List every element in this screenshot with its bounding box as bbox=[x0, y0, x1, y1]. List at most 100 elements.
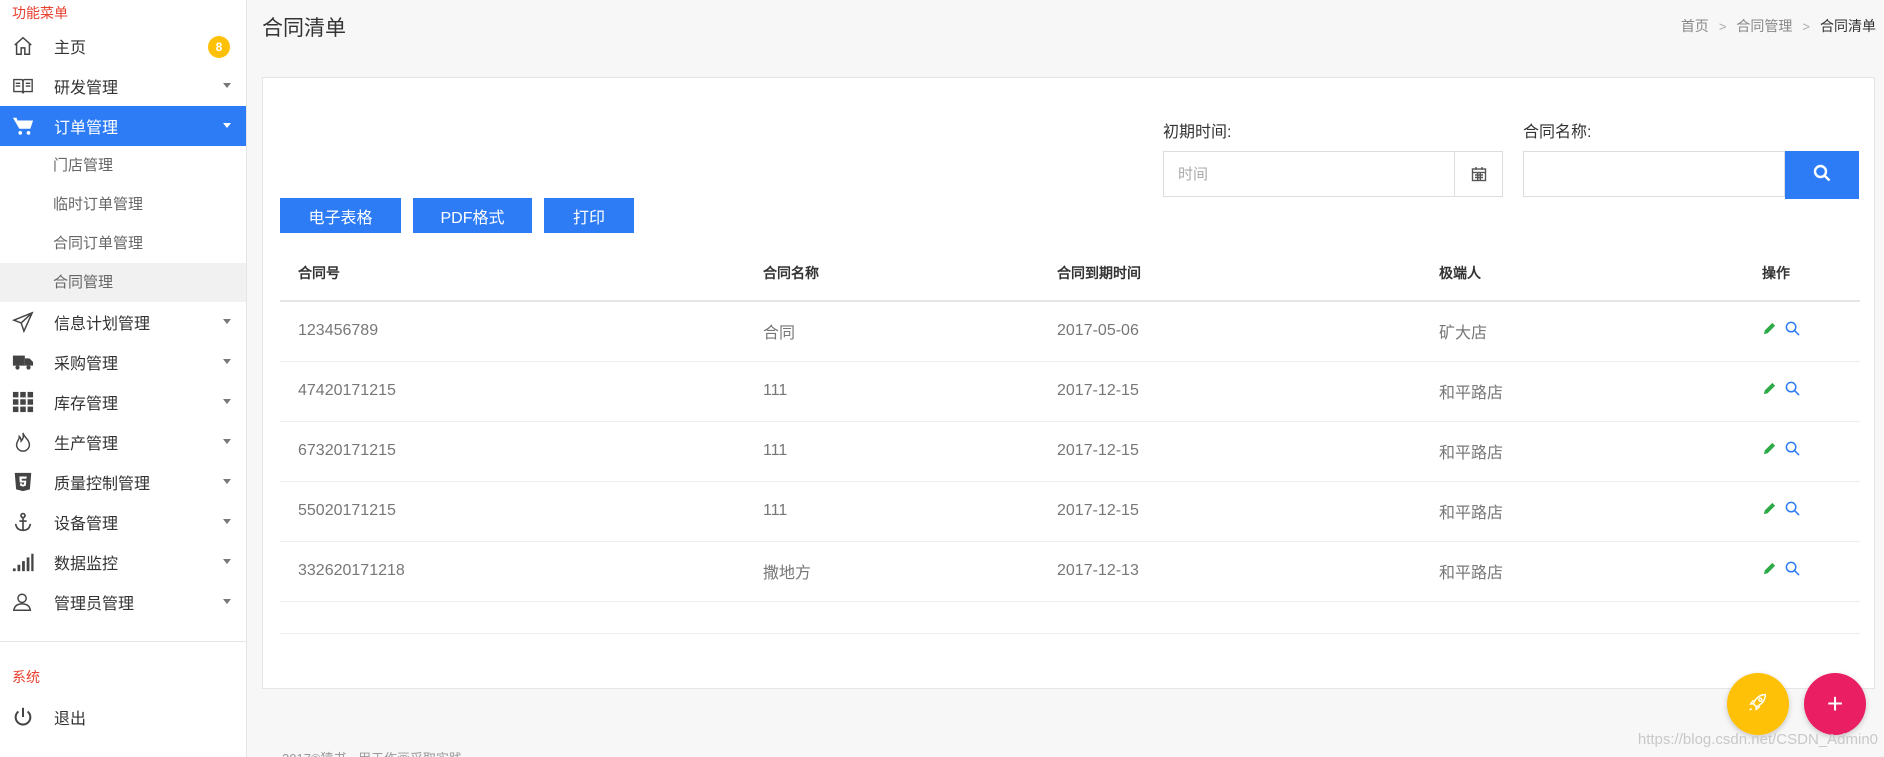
sidebar-item-purchase[interactable]: 采购管理 bbox=[0, 342, 246, 382]
edit-pencil-icon[interactable] bbox=[1762, 561, 1777, 576]
cell-contract-name: 111 bbox=[745, 421, 1039, 482]
cell-contract-no: 55020171215 bbox=[280, 481, 745, 542]
cell-handler: 和平路店 bbox=[1421, 361, 1744, 422]
cell-contract-no: 123456789 bbox=[280, 301, 745, 362]
sidebar-item-data-monitor[interactable]: 数据监控 bbox=[0, 542, 246, 582]
export-pdf-button[interactable]: PDF格式 bbox=[413, 198, 532, 233]
date-filter-label: 初期时间: bbox=[1163, 124, 1232, 141]
cell-contract-name: 撒地方 bbox=[745, 541, 1039, 602]
search-button[interactable] bbox=[1785, 151, 1859, 199]
sidebar-subitem-contract-order[interactable]: 合同订单管理 bbox=[0, 224, 246, 263]
edit-pencil-icon[interactable] bbox=[1762, 501, 1777, 516]
cell-expiry: 2017-12-15 bbox=[1039, 481, 1421, 542]
sidebar-item-logout[interactable]: 退出 bbox=[0, 697, 247, 737]
footer-text: 2017©猿书 · 用于作画采取实践 bbox=[282, 748, 462, 757]
sidebar-item-label: 库存管理 bbox=[54, 396, 119, 413]
contract-name-input[interactable] bbox=[1524, 152, 1784, 196]
fire-icon bbox=[12, 430, 42, 454]
html5-icon bbox=[12, 470, 42, 494]
print-button[interactable]: 打印 bbox=[544, 198, 634, 233]
breadcrumb: 首页 > 合同管理 > 合同清单 bbox=[1681, 16, 1876, 36]
page-title: 合同清单 bbox=[262, 17, 346, 40]
sidebar-item-production[interactable]: 生产管理 bbox=[0, 422, 246, 462]
view-search-icon[interactable] bbox=[1785, 501, 1800, 516]
name-filter-label: 合同名称: bbox=[1523, 124, 1592, 141]
sidebar-item-rd[interactable]: 研发管理 bbox=[0, 66, 246, 106]
chevron-right-icon: > bbox=[1802, 18, 1810, 34]
chevron-down-icon bbox=[223, 123, 231, 128]
sidebar-item-inventory[interactable]: 库存管理 bbox=[0, 382, 246, 422]
sidebar-section-system: 系统 bbox=[12, 669, 40, 685]
home-icon bbox=[12, 34, 42, 58]
cell-expiry: 2017-12-13 bbox=[1039, 541, 1421, 602]
cell-contract-name: 合同 bbox=[745, 301, 1039, 362]
breadcrumb-contract-mgmt[interactable]: 合同管理 bbox=[1736, 16, 1792, 36]
sidebar-section-menu: 功能菜单 bbox=[12, 5, 68, 21]
sidebar-item-home[interactable]: 主页 8 bbox=[0, 26, 246, 66]
view-search-icon[interactable] bbox=[1785, 561, 1800, 576]
chevron-down-icon bbox=[223, 519, 231, 524]
contract-table: 合同号 合同名称 合同到期时间 极端人 操作 123456789 合同 2017… bbox=[280, 246, 1860, 634]
cell-actions bbox=[1744, 301, 1860, 362]
sidebar-subitem-contract[interactable]: 合同管理 bbox=[0, 263, 246, 302]
sidebar-subitem-store[interactable]: 门店管理 bbox=[0, 146, 246, 185]
sidebar-item-label: 订单管理 bbox=[54, 120, 119, 137]
sidebar-item-label: 信息计划管理 bbox=[54, 316, 151, 333]
breadcrumb-current: 合同清单 bbox=[1820, 18, 1876, 34]
edit-pencil-icon[interactable] bbox=[1762, 321, 1777, 336]
cell-expiry: 2017-12-15 bbox=[1039, 361, 1421, 422]
chevron-down-icon bbox=[223, 399, 231, 404]
chevron-down-icon bbox=[223, 359, 231, 364]
column-header-expiry: 合同到期时间 bbox=[1039, 246, 1421, 302]
sidebar-item-label: 生产管理 bbox=[54, 436, 119, 453]
table-row: 67320171215 111 2017-12-15 和平路店 bbox=[280, 421, 1860, 482]
view-search-icon[interactable] bbox=[1785, 441, 1800, 456]
sidebar-item-order[interactable]: 订单管理 bbox=[0, 106, 246, 146]
rocket-button[interactable] bbox=[1727, 673, 1789, 735]
sidebar-item-info-plan[interactable]: 信息计划管理 bbox=[0, 302, 246, 342]
column-header-actions: 操作 bbox=[1744, 246, 1860, 302]
view-search-icon[interactable] bbox=[1785, 381, 1800, 396]
view-search-icon[interactable] bbox=[1785, 321, 1800, 336]
table-row: 47420171215 111 2017-12-15 和平路店 bbox=[280, 361, 1860, 422]
sidebar-item-label: 质量控制管理 bbox=[54, 476, 151, 493]
edit-pencil-icon[interactable] bbox=[1762, 381, 1777, 396]
table-row: 332620171218 撒地方 2017-12-13 和平路店 bbox=[280, 541, 1860, 602]
truck-icon bbox=[12, 350, 42, 374]
chevron-down-icon bbox=[223, 479, 231, 484]
sidebar-item-admin[interactable]: 管理员管理 bbox=[0, 582, 246, 622]
user-icon bbox=[12, 590, 42, 614]
search-icon bbox=[1813, 164, 1831, 187]
cell-actions bbox=[1744, 421, 1860, 482]
cell-handler: 和平路店 bbox=[1421, 541, 1744, 602]
sidebar-item-label: 设备管理 bbox=[54, 516, 119, 533]
chevron-down-icon bbox=[223, 439, 231, 444]
sidebar-item-quality[interactable]: 质量控制管理 bbox=[0, 462, 246, 502]
calendar-icon[interactable] bbox=[1454, 152, 1502, 196]
chevron-down-icon bbox=[223, 319, 231, 324]
power-icon bbox=[12, 705, 42, 729]
edit-pencil-icon[interactable] bbox=[1762, 441, 1777, 456]
sidebar-subitem-temp-order[interactable]: 临时订单管理 bbox=[0, 185, 246, 224]
sidebar-item-label: 研发管理 bbox=[54, 80, 119, 97]
cell-actions bbox=[1744, 481, 1860, 542]
cell-handler: 矿大店 bbox=[1421, 301, 1744, 362]
rocket-icon bbox=[1747, 691, 1769, 718]
breadcrumb-home[interactable]: 首页 bbox=[1681, 16, 1709, 36]
cell-contract-name: 111 bbox=[745, 361, 1039, 422]
cell-contract-no: 67320171215 bbox=[280, 421, 745, 482]
chevron-right-icon: > bbox=[1718, 18, 1727, 34]
table-row: 123456789 合同 2017-05-06 矿大店 bbox=[280, 301, 1860, 362]
sidebar-item-equipment[interactable]: 设备管理 bbox=[0, 502, 246, 542]
chevron-down-icon bbox=[223, 83, 231, 88]
export-excel-button[interactable]: 电子表格 bbox=[280, 198, 401, 233]
signal-bars-icon bbox=[12, 550, 42, 574]
date-input[interactable] bbox=[1164, 152, 1454, 196]
cell-expiry: 2017-05-06 bbox=[1039, 301, 1421, 362]
anchor-icon bbox=[12, 510, 42, 534]
add-button[interactable]: + bbox=[1804, 673, 1866, 735]
watermark: https://blog.csdn.net/CSDN_Admin0 bbox=[1637, 731, 1878, 748]
table-footer-spacer bbox=[280, 601, 1860, 634]
sidebar-item-label: 退出 bbox=[54, 711, 87, 728]
column-header-contract-no: 合同号 bbox=[280, 246, 745, 302]
